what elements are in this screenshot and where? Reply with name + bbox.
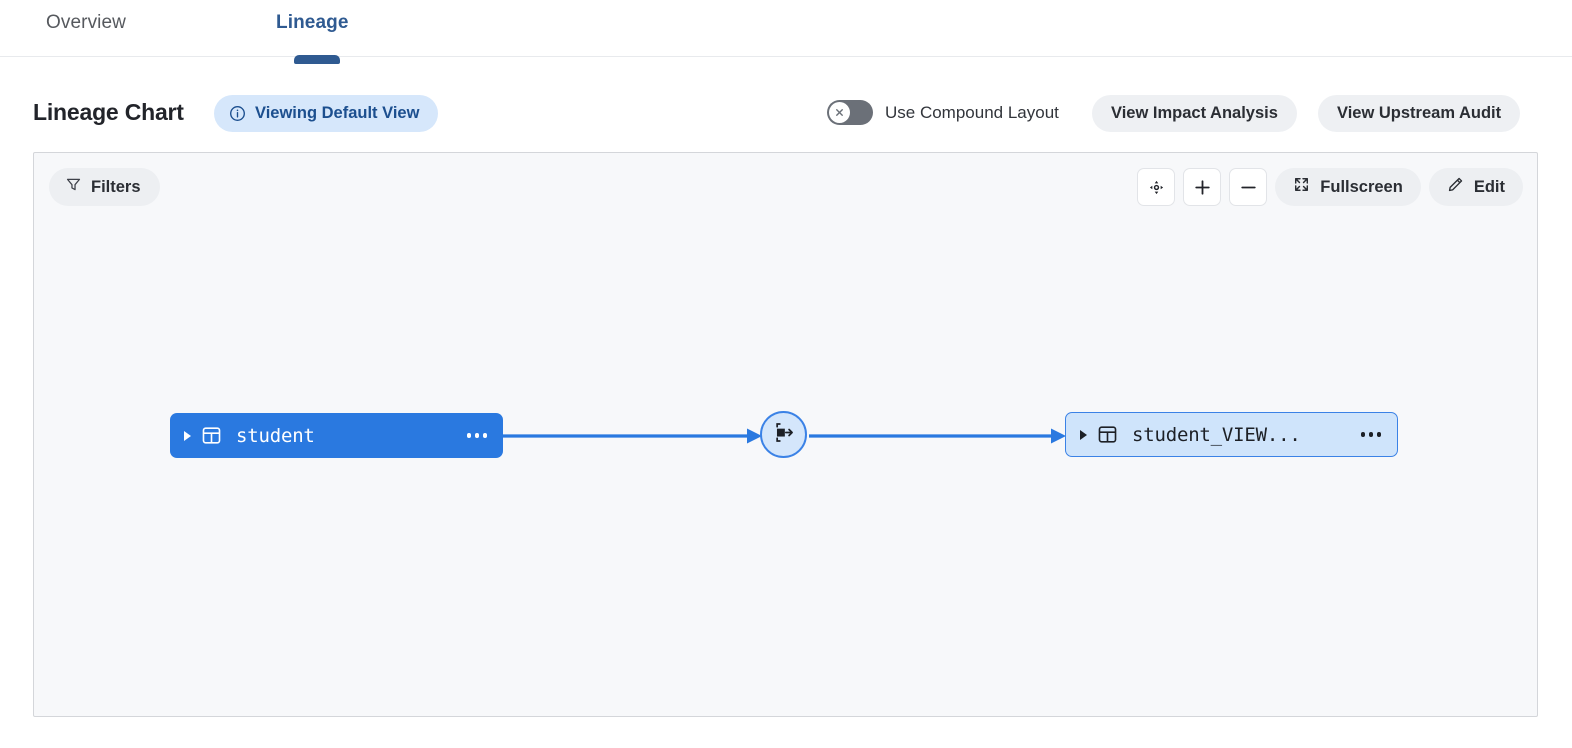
chevron-right-icon[interactable] xyxy=(1080,430,1087,440)
page-title: Lineage Chart xyxy=(33,99,184,126)
chevron-right-icon[interactable] xyxy=(184,431,191,441)
view-upstream-audit-button[interactable]: View Upstream Audit xyxy=(1318,95,1520,132)
view-impact-analysis-button[interactable]: View Impact Analysis xyxy=(1092,95,1297,132)
use-compound-layout-label: Use Compound Layout xyxy=(885,103,1059,123)
viewing-default-view-label: Viewing Default View xyxy=(255,104,419,123)
lineage-canvas[interactable]: Filters xyxy=(33,152,1538,717)
more-horizontal-icon[interactable] xyxy=(467,433,488,438)
lineage-node-student-view[interactable]: student_VIEW... xyxy=(1065,412,1398,457)
lineage-graph: student xyxy=(34,153,1537,716)
view-upstream-audit-label: View Upstream Audit xyxy=(1337,104,1501,123)
tab-overview[interactable]: Overview xyxy=(46,0,126,57)
lineage-node-student-view-label: student_VIEW... xyxy=(1132,424,1351,446)
tab-lineage-label: Lineage xyxy=(276,12,349,34)
tab-bar: Overview Lineage xyxy=(0,0,1572,57)
lineage-page: Overview Lineage Lineage Chart Viewing D… xyxy=(0,0,1572,748)
toggle-knob xyxy=(829,102,850,123)
edge-student-to-job xyxy=(503,429,762,444)
transform-job-icon xyxy=(771,420,796,450)
close-x-icon xyxy=(834,107,845,118)
lineage-node-student[interactable]: student xyxy=(170,413,503,458)
info-circle-icon xyxy=(229,105,246,122)
compound-layout-toggle-group: Use Compound Layout xyxy=(827,100,1059,125)
lineage-node-transformation-job[interactable] xyxy=(760,411,807,458)
table-icon xyxy=(1097,424,1118,445)
use-compound-layout-toggle[interactable] xyxy=(827,100,873,125)
viewing-default-view-badge[interactable]: Viewing Default View xyxy=(214,95,438,132)
tab-lineage[interactable]: Lineage xyxy=(276,0,349,57)
more-horizontal-icon[interactable] xyxy=(1361,432,1382,437)
view-impact-analysis-label: View Impact Analysis xyxy=(1111,104,1278,123)
edge-job-to-student-view xyxy=(809,429,1066,444)
lineage-node-student-label: student xyxy=(236,425,457,447)
tab-overview-label: Overview xyxy=(46,12,126,34)
table-icon xyxy=(201,425,222,446)
